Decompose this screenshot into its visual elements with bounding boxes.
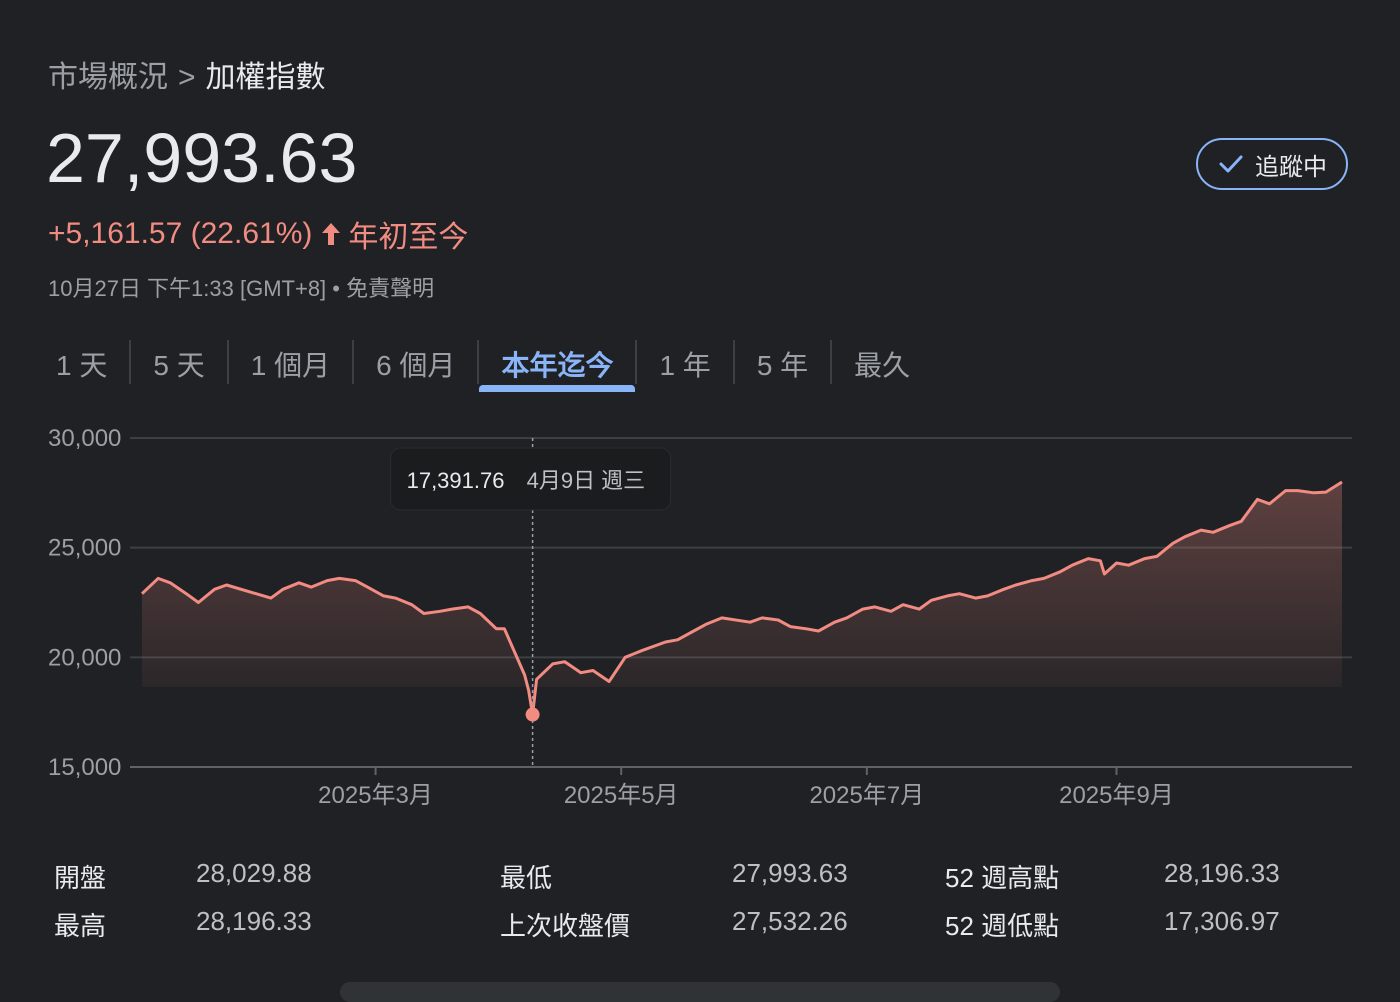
y-tick-label: 20,000 xyxy=(48,644,121,671)
y-tick-label: 25,000 xyxy=(48,535,121,562)
x-tick-label: 2025年3月 xyxy=(318,782,433,809)
stat-label-high: 最高 xyxy=(54,911,107,941)
tab-0[interactable]: 1 天 xyxy=(34,336,129,392)
tooltip-date: 4月9日 週三 xyxy=(527,468,646,493)
stat-label-prev-close: 上次收盤價 xyxy=(500,911,631,941)
tab-1[interactable]: 5 天 xyxy=(131,336,226,392)
time-range-tabs: 1 天5 天1 個月 6 個月 本年迄今 1 年5 年最久 xyxy=(34,336,932,392)
tab-2[interactable]: 1 個月 xyxy=(229,336,352,392)
tab-6[interactable]: 5 年 xyxy=(735,336,830,392)
tab-7[interactable]: 最久 xyxy=(832,336,932,392)
price-change-period: 年初至今 xyxy=(348,221,469,254)
key-statistics: 開盤 28,029.88 最高 28,196.33 最低 27,993.63 上… xyxy=(0,850,1400,950)
x-tick-label: 2025年7月 xyxy=(809,782,924,809)
arrow-up-icon xyxy=(322,223,341,245)
highlight-point xyxy=(525,707,540,722)
series-area-fill xyxy=(142,482,1342,715)
tab-5[interactable]: 1 年 xyxy=(637,336,732,392)
y-tick-label: 15,000 xyxy=(48,754,121,781)
stat-value-open: 28,029.88 xyxy=(196,858,312,888)
price-change: +5,161.57 (22.61%) 年初至今 xyxy=(48,212,468,256)
x-tick-label: 2025年9月 xyxy=(1059,782,1174,809)
following-button[interactable]: 追蹤中 xyxy=(1196,138,1348,190)
stat-value-52wk-high: 28,196.33 xyxy=(1164,858,1280,888)
stat-label-open: 開盤 xyxy=(54,863,107,893)
breadcrumb-parent-link[interactable]: 市場概況 xyxy=(48,61,168,94)
index-price: 27,993.63 xyxy=(46,119,358,197)
stat-value-prev-close: 27,532.26 xyxy=(732,906,848,936)
stat-value-52wk-low: 17,306.97 xyxy=(1164,906,1280,936)
following-button-label: 追蹤中 xyxy=(1255,153,1327,181)
stat-value-high: 28,196.33 xyxy=(196,906,312,936)
x-tick-label: 2025年5月 xyxy=(564,782,679,809)
y-tick-label: 30,000 xyxy=(48,425,121,452)
checkmark-icon xyxy=(1219,155,1243,173)
breadcrumb: 市場概況 > 加權指數 xyxy=(48,52,326,96)
timestamp-disclaimer: 10月27日 下午1:33 [GMT+8] • 免責聲明 xyxy=(48,276,435,301)
tab-4[interactable]: 本年迄今 xyxy=(479,336,636,392)
breadcrumb-current: 加權指數 xyxy=(205,61,326,94)
stat-value-low: 27,993.63 xyxy=(732,858,848,888)
tooltip-value: 17,391.76 xyxy=(407,468,505,493)
stat-label-52wk-high: 52 週高點 xyxy=(945,863,1060,893)
price-change-value: +5,161.57 (22.61%) xyxy=(48,217,313,250)
breadcrumb-separator: > xyxy=(178,61,196,94)
tab-3[interactable]: 6 個月 xyxy=(354,336,477,392)
stat-label-52wk-low: 52 週低點 xyxy=(945,911,1060,941)
price-chart[interactable]: 30,000 25,000 20,000 15,000 2025年3月 2025年5月 20… xyxy=(0,410,1400,820)
stat-label-low: 最低 xyxy=(500,863,553,893)
bottom-panel-edge xyxy=(340,982,1060,1002)
